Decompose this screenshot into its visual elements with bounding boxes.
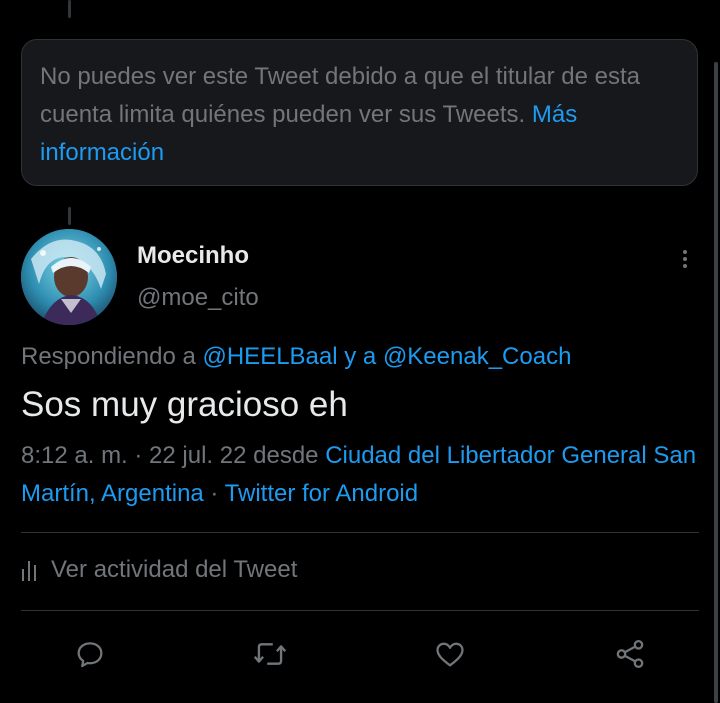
reply-mention-link[interactable]: @Keenak_Coach (383, 343, 571, 370)
reply-icon (77, 642, 103, 668)
scrollbar-track[interactable] (710, 0, 720, 703)
more-dot (683, 250, 687, 254)
share-icon (616, 639, 644, 669)
user-handle[interactable]: @moe_cito (137, 284, 259, 312)
notice-text: No puedes ver este Tweet debido a que el… (40, 58, 679, 172)
more-dot (683, 257, 687, 261)
retweet-icon (253, 643, 287, 665)
meta-separator: · (203, 480, 225, 507)
replying-to: Respondiendo a @HEELBaal y a @Keenak_Coa… (21, 343, 571, 371)
share-button[interactable] (610, 630, 650, 678)
tweet-text: Sos muy gracioso eh (21, 385, 348, 424)
tweet-activity-button[interactable]: Ver actividad del Tweet (21, 556, 297, 584)
like-icon (436, 642, 464, 667)
thread-line-middle (68, 207, 71, 225)
source-link[interactable]: Twitter for Android (225, 480, 418, 507)
divider (21, 610, 699, 611)
tweet-timestamp[interactable]: 8:12 a. m. · 22 jul. 22 desde (21, 442, 325, 469)
replying-conjunction: y a (337, 343, 383, 370)
more-icon[interactable] (670, 244, 700, 274)
restricted-tweet-notice: No puedes ver este Tweet debido a que el… (21, 39, 698, 186)
reply-button[interactable] (70, 630, 110, 678)
avatar-image (21, 229, 117, 325)
tweet-metadata: 8:12 a. m. · 22 jul. 22 desde Ciudad del… (21, 437, 701, 513)
scrollbar-thumb[interactable] (714, 62, 718, 703)
analytics-icon (22, 561, 36, 581)
display-name[interactable]: Moecinho (137, 242, 249, 270)
more-dot (683, 264, 687, 268)
replying-prefix: Respondiendo a (21, 343, 203, 370)
reply-mention-link[interactable]: @HEELBaal (202, 343, 337, 370)
activity-label: Ver actividad del Tweet (51, 556, 298, 583)
thread-line-top (68, 0, 71, 18)
divider (21, 532, 699, 533)
action-bar (0, 630, 720, 680)
retweet-button[interactable] (250, 630, 290, 678)
avatar[interactable] (21, 229, 117, 325)
like-button[interactable] (430, 630, 470, 678)
